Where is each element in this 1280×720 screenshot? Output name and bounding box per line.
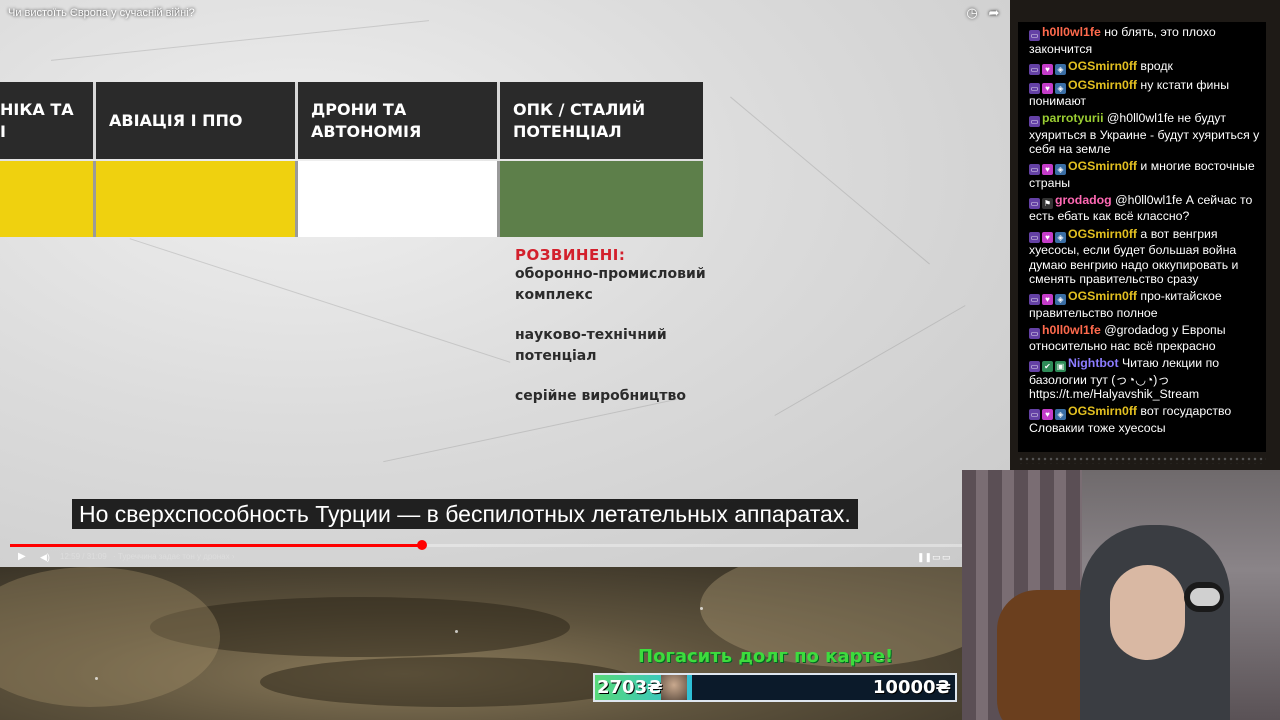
webcam-feed: [962, 470, 1280, 720]
heart-badge-icon: ♥: [1042, 63, 1053, 75]
gem-badge-icon: ◈: [1055, 294, 1066, 306]
twitch-badge-icon: ▭: [1029, 231, 1040, 243]
chat-message: ▭ ✔ ▣ Nightbot Читаю лекции по базологии ту…: [1029, 356, 1261, 402]
check-badge-icon: ✔: [1042, 361, 1053, 373]
donation-current-amount: 2703₴: [597, 677, 663, 698]
donation-goal-title: Погасить долг по карте!: [638, 646, 894, 667]
twitch-badge-icon: ▭: [1029, 327, 1040, 339]
gem-badge-icon: ◈: [1055, 164, 1066, 176]
progress-bar[interactable]: [10, 540, 992, 550]
chat-badges: ▭ ♥ ◈: [1029, 61, 1068, 76]
note-item: науково-технічний потенціал: [515, 327, 667, 364]
table-header-1: АВІАЦІЯ І ППО: [96, 82, 298, 159]
chat-message: ▭ ♥ ◈ OGSmirn0ff ну кстати фины понимают: [1029, 78, 1261, 109]
note-item: оборонно-промисловий комплекс: [515, 266, 706, 303]
twitch-badge-icon: ▭: [1029, 294, 1040, 306]
table-header-3: ОПК / СТАЛИЙ ПОТЕНЦІАЛ: [500, 82, 703, 159]
play-icon[interactable]: ▶: [18, 549, 26, 565]
chat-username[interactable]: OGSmirn0ff: [1068, 289, 1137, 303]
chat-badges: ▭ ♥ ◈: [1029, 291, 1068, 306]
captions-icon[interactable]: ▭: [942, 549, 951, 565]
donation-avatar: [661, 675, 687, 700]
chat-message: ▭ h0ll0wl1fe @grodadog у Европы относител…: [1029, 323, 1261, 354]
donation-progress-bar: 2703₴ 10000₴: [593, 673, 957, 702]
heart-badge-icon: ♥: [1042, 409, 1053, 421]
heart-badge-icon: ♥: [1042, 82, 1053, 94]
gem-badge-icon: ◈: [1055, 82, 1066, 94]
runner-badge-icon: ⚑: [1042, 197, 1053, 209]
chat-message: ▭ ♥ ◈ OGSmirn0ff вот государство Словакии т…: [1029, 404, 1261, 435]
table-cell-0: [0, 161, 96, 237]
heart-badge-icon: ♥: [1042, 164, 1053, 176]
chat-badges: ▭ ♥ ◈: [1029, 80, 1068, 95]
twitch-badge-icon: ▭: [1029, 116, 1040, 128]
chat-text: вродк: [1137, 58, 1173, 73]
bot-badge-icon: ▣: [1055, 361, 1066, 373]
twitch-badge-icon: ▭: [1029, 30, 1040, 41]
chat-username[interactable]: parrotyurii: [1042, 111, 1104, 125]
table-cell-3: [500, 161, 703, 237]
table-header-2: ДРОНИ ТА АВТОНОМІЯ: [298, 82, 500, 159]
chat-badges: ▭ ⚑: [1029, 195, 1055, 210]
chapter-title[interactable]: · Туреччина задає тон у дронах ›: [113, 549, 235, 565]
chat-username[interactable]: OGSmirn0ff: [1068, 59, 1137, 73]
twitch-badge-icon: ▭: [1029, 361, 1040, 373]
chat-badges: ▭: [1029, 325, 1042, 340]
gem-badge-icon: ◈: [1055, 409, 1066, 421]
microphone-grille: [1190, 588, 1220, 606]
donation-goal-amount: 10000₴: [872, 677, 951, 698]
gem-badge-icon: ◈: [1055, 231, 1066, 243]
chat-badges: ▭ ♥ ◈: [1029, 229, 1068, 244]
video-title[interactable]: Чи вистоїть Європа у сучасній війні?: [8, 7, 195, 19]
share-icon[interactable]: ➦: [986, 6, 1002, 22]
chat-badges: ▭: [1029, 27, 1042, 42]
chat-frame-decoration: [1018, 456, 1266, 464]
video-player[interactable]: Чи вистоїть Європа у сучасній війні? ◷ ➦…: [0, 0, 1010, 567]
chat-username[interactable]: h0ll0wl1fe: [1042, 323, 1101, 337]
table-cell-2: [298, 161, 500, 237]
chat-badges: ▭ ♥ ◈: [1029, 161, 1068, 176]
chat-message: ▭ h0ll0wl1fe но блять, это плохо закончит…: [1029, 25, 1261, 56]
chat-username[interactable]: OGSmirn0ff: [1068, 159, 1137, 173]
chat-badges: ▭ ♥ ◈: [1029, 406, 1068, 421]
twitch-badge-icon: ▭: [1029, 197, 1040, 209]
twitch-badge-icon: ▭: [1029, 63, 1040, 75]
chat-message: ▭ parrotyurii @h0ll0wl1fe не будут хуярит…: [1029, 111, 1261, 157]
twitch-badge-icon: ▭: [1029, 82, 1040, 94]
notes-block: РОЗВИНЕНІ: оборонно-промисловий комплекс…: [515, 246, 775, 407]
pause-indicator-icon[interactable]: ❚❚▭: [917, 549, 941, 565]
chat-badges: ▭: [1029, 113, 1042, 128]
chat-username[interactable]: OGSmirn0ff: [1068, 404, 1137, 418]
heart-badge-icon: ♥: [1042, 294, 1053, 306]
webcam-streamer-face: [1110, 565, 1185, 660]
chat-panel[interactable]: ▭ h0ll0wl1fe но блять, это плохо закончит…: [1018, 22, 1266, 452]
heart-badge-icon: ♥: [1042, 231, 1053, 243]
table-header-0: НІКА ТА І: [0, 82, 96, 159]
chat-message: ▭ ♥ ◈ OGSmirn0ff а вот венгрия хуесосы, есл…: [1029, 227, 1261, 287]
chat-username[interactable]: Nightbot: [1068, 356, 1119, 370]
twitch-badge-icon: ▭: [1029, 409, 1040, 421]
player-controls: ▶ ◀) 12:59 / 31:09 · Туреччина задає тон…: [0, 549, 1010, 565]
note-item: серійне виробництво: [515, 388, 687, 404]
chat-message: ▭ ⚑ grodadog @h0ll0wl1fe А сейчас то есть …: [1029, 193, 1261, 224]
time-display: 12:59 / 31:09: [60, 552, 107, 561]
progress-fill: [10, 544, 423, 547]
table-cell-1: [96, 161, 298, 237]
subtitle-caption: Но сверхспособность Турции — в беспилотн…: [72, 499, 858, 529]
gem-badge-icon: ◈: [1055, 63, 1066, 75]
chat-message: ▭ ♥ ◈ OGSmirn0ff про-китайское правительств…: [1029, 289, 1261, 320]
chat-username[interactable]: grodadog: [1055, 193, 1112, 207]
chat-message: ▭ ♥ ◈ OGSmirn0ff и многие восточные страны: [1029, 159, 1261, 190]
chat-message: ▭ ♥ ◈ OGSmirn0ff вродк: [1029, 59, 1261, 76]
twitch-badge-icon: ▭: [1029, 164, 1040, 176]
comparison-table: НІКА ТА І АВІАЦІЯ І ППО ДРОНИ ТА АВТОНОМ…: [0, 82, 703, 237]
chat-badges: ▭ ✔ ▣: [1029, 358, 1068, 373]
notes-heading: РОЗВИНЕНІ:: [515, 246, 626, 264]
chat-username[interactable]: OGSmirn0ff: [1068, 227, 1137, 241]
chat-username[interactable]: OGSmirn0ff: [1068, 78, 1137, 92]
clock-icon[interactable]: ◷: [964, 6, 980, 22]
chat-username[interactable]: h0ll0wl1fe: [1042, 25, 1101, 39]
volume-icon[interactable]: ◀): [40, 549, 50, 565]
